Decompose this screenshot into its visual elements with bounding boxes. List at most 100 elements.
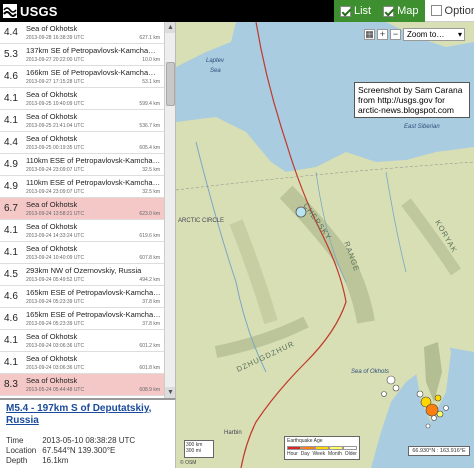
- earthquake-marker[interactable]: [431, 415, 437, 421]
- options-toggle[interactable]: Options: [424, 0, 474, 22]
- scrollbar-thumb[interactable]: [166, 62, 175, 106]
- earthquake-marker[interactable]: [392, 384, 400, 392]
- earthquake-place: Sea of Okhotsk: [26, 200, 78, 209]
- options-toggle-label: Options: [444, 4, 474, 17]
- map-label-laptev: Laptev: [206, 58, 225, 64]
- legend-color-bar: [287, 446, 357, 450]
- earthquake-time: 2013-09-25 10:40:09 UTC: [26, 101, 85, 107]
- earthquake-place: Sea of Okhotsk: [26, 376, 78, 385]
- map-label-east-siberian: East Siberian: [404, 124, 440, 130]
- earthquake-list-item[interactable]: 4.1 Sea of Okhotsk 2013-09-24 10:40:09 UTC…: [0, 242, 164, 264]
- earthquake-place: 166km SE of Petropavlovsk-Kamcha…: [26, 68, 156, 77]
- earthquake-depth: 601.2 km: [139, 343, 160, 349]
- earthquake-time: 2013-09-24 10:40:09 UTC: [26, 255, 85, 261]
- earthquake-title-link[interactable]: M5.4 - 197km S of Deputatskiy, Russia: [6, 403, 172, 427]
- header-bar: USGS List Map Options: [0, 0, 474, 22]
- legend-color-swatch: [301, 446, 315, 450]
- earthquake-time: 2013-09-28 16:38:39 UTC: [26, 35, 85, 41]
- earthquake-magnitude: 4.6: [4, 71, 18, 82]
- detail-time-value: 2013-05-10 08:38:28 UTC: [42, 436, 136, 445]
- earthquake-list-item[interactable]: 4.5 293km NW of Ozernovskiy, Russia 2013-0…: [0, 264, 164, 286]
- earthquake-place: Sea of Okhotsk: [26, 332, 78, 341]
- map-view[interactable]: ▦ + − Zoom to… Screenshot by Sam Carana …: [176, 22, 474, 468]
- note-line: Screenshot by Sam Carana: [358, 85, 463, 95]
- earthquake-list-item[interactable]: 4.4 Sea of Okhotsk 2013-09-28 16:38:39 UTC…: [0, 22, 164, 44]
- earthquake-magnitude: 4.1: [4, 93, 18, 104]
- list-toggle[interactable]: List: [334, 0, 378, 22]
- earthquake-time: 2013-09-24 05:23:39 UTC: [26, 321, 85, 327]
- earthquake-details: M5.4 - 197km S of Deputatskiy, Russia Ti…: [0, 398, 176, 468]
- earthquake-depth: 32.5 km: [142, 189, 160, 195]
- list-toggle-label: List: [354, 5, 372, 17]
- zoom-grid-icon[interactable]: ▦: [364, 29, 375, 40]
- scroll-up-arrow-icon[interactable]: ▲: [165, 22, 175, 33]
- zoom-in-button[interactable]: +: [377, 29, 388, 40]
- earthquake-magnitude: 4.6: [4, 291, 18, 302]
- earthquake-list-item[interactable]: 4.1 Sea of Okhotsk 2013-09-24 03:06:36 UTC…: [0, 330, 164, 352]
- earthquake-marker[interactable]: [443, 405, 449, 411]
- earthquake-depth: 536.7 km: [139, 123, 160, 129]
- map-toggle-label: Map: [397, 5, 419, 17]
- earthquake-marker[interactable]: [425, 423, 431, 429]
- earthquake-list-item[interactable]: 6.7 Sea of Okhotsk 2013-09-24 13:58:21 UTC…: [0, 198, 164, 220]
- earthquake-list-item[interactable]: 8.3 Sea of Okhotsk 2013-05-24 05:44:48 UTC…: [0, 374, 164, 396]
- earthquake-list-item[interactable]: 5.3 137km SE of Petropavlovsk-Kamcha… 2013…: [0, 44, 164, 66]
- earthquake-list-item[interactable]: 4.1 Sea of Okhotsk 2013-09-25 21:41:04 UTC…: [0, 110, 164, 132]
- earthquake-time: 2013-09-24 03:06:36 UTC: [26, 343, 85, 349]
- earthquake-marker[interactable]: [434, 394, 442, 402]
- earthquake-list-item[interactable]: 4.9 110km ESE of Petropavlovsk-Kamcha… 201…: [0, 154, 164, 176]
- earthquake-time: 2013-05-24 05:44:48 UTC: [26, 387, 85, 393]
- list-scrollbar[interactable]: ▲ ▼: [164, 22, 175, 398]
- earthquake-depth: 623.0 km: [139, 211, 160, 217]
- usgs-logo-text: USGS: [20, 3, 58, 19]
- earthquake-list-item[interactable]: 4.9 110km ESE of Petropavlovsk-Kamcha… 201…: [0, 176, 164, 198]
- earthquake-depth: 494.2 km: [139, 277, 160, 283]
- usgs-logo-icon: [3, 4, 17, 18]
- earthquake-time: 2013-09-25 21:41:04 UTC: [26, 123, 85, 129]
- earthquake-marker[interactable]: [381, 391, 387, 397]
- earthquake-list-item[interactable]: 4.1 Sea of Okhotsk 2013-09-25 10:40:09 UTC…: [0, 88, 164, 110]
- earthquake-depth: 599.4 km: [139, 101, 160, 107]
- legend-color-swatch: [315, 446, 329, 450]
- earthquake-place: 165km ESE of Petropavlovsk-Kamcha…: [26, 288, 160, 297]
- earthquake-magnitude: 4.9: [4, 159, 18, 170]
- detail-depth-value: 16.1km: [42, 456, 69, 465]
- usgs-logo[interactable]: USGS: [3, 2, 58, 20]
- map-scale: 300 km 300 mi: [184, 440, 214, 458]
- detail-time-label: Time: [6, 436, 24, 445]
- map-checkbox[interactable]: [383, 5, 395, 17]
- earthquake-list-item[interactable]: 4.6 165km ESE of Petropavlovsk-Kamcha… 201…: [0, 286, 164, 308]
- list-checkbox[interactable]: [340, 5, 351, 17]
- earthquake-time: 2013-09-24 23:09:07 UTC: [26, 167, 85, 173]
- note-line: arctic-news.blogspot.com: [358, 105, 454, 115]
- detail-depth-row: Depth 16.1km: [6, 456, 68, 465]
- earthquake-place: 110km ESE of Petropavlovsk-Kamcha…: [26, 178, 160, 187]
- earthquake-depth: 32.5 km: [142, 167, 160, 173]
- earthquake-marker[interactable]: [386, 375, 396, 385]
- earthquake-magnitude: 6.7: [4, 203, 18, 214]
- options-checkbox[interactable]: [430, 5, 442, 16]
- legend-title: Earthquake Age: [287, 438, 323, 444]
- earthquake-magnitude: 4.9: [4, 181, 18, 192]
- earthquake-magnitude: 4.1: [4, 225, 18, 236]
- earthquake-list-item[interactable]: 4.4 Sea of Okhotsk 2013-09-25 00:19:35 UTC…: [0, 132, 164, 154]
- earthquake-list-item[interactable]: 4.1 Sea of Okhotsk 2013-09-24 03:06:36 UTC…: [0, 352, 164, 374]
- earthquake-magnitude: 8.3: [4, 379, 18, 390]
- earthquake-time: 2013-09-24 03:06:36 UTC: [26, 365, 85, 371]
- zoom-to-select[interactable]: Zoom to…: [403, 28, 465, 41]
- scroll-down-arrow-icon[interactable]: ▼: [165, 387, 175, 398]
- earthquake-list[interactable]: 4.4 Sea of Okhotsk 2013-09-28 16:38:39 UTC…: [0, 22, 176, 398]
- earthquake-place: 293km NW of Ozernovskiy, Russia: [26, 266, 142, 275]
- earthquake-list-item[interactable]: 4.6 166km SE of Petropavlovsk-Kamcha… 2013…: [0, 66, 164, 88]
- earthquake-marker[interactable]: [425, 403, 439, 417]
- map-toggle[interactable]: Map: [377, 0, 425, 22]
- map-label-sea: Sea: [210, 68, 221, 74]
- map-label-harbin: Harbin: [224, 430, 242, 436]
- earthquake-list-item[interactable]: 4.1 Sea of Okhotsk 2013-09-24 14:33:24 UTC…: [0, 220, 164, 242]
- earthquake-list-item[interactable]: 4.6 165km ESE of Petropavlovsk-Kamcha… 201…: [0, 308, 164, 330]
- zoom-out-button[interactable]: −: [390, 29, 401, 40]
- earthquake-time: 2013-09-25 00:19:35 UTC: [26, 145, 85, 151]
- earthquake-marker[interactable]: [436, 410, 444, 418]
- view-toggle: List Map Options: [334, 0, 474, 22]
- earthquake-marker[interactable]: [416, 390, 424, 398]
